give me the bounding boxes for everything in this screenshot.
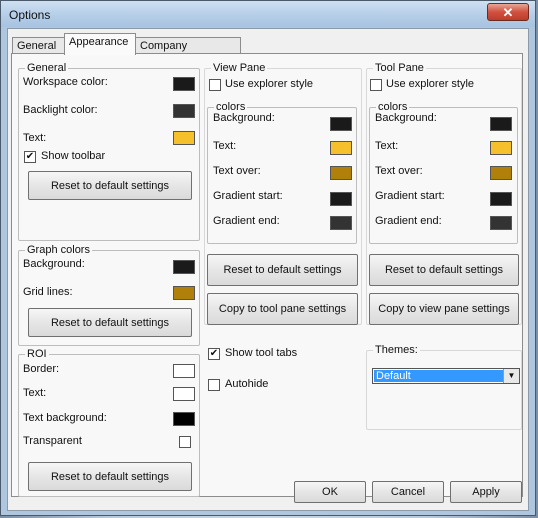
graph-reset-button[interactable]: Reset to default settings [28,308,192,337]
tab-general[interactable]: General [12,37,65,54]
themes-title: Themes: [373,343,420,357]
roi-border-swatch[interactable] [173,364,195,378]
tool-pane-group: Tool Pane Use explorer style colors Back… [366,61,522,325]
theme-select[interactable]: Default ▼ [372,368,520,384]
roi-title: ROI [25,347,49,361]
theme-select-value: Default [374,370,504,382]
dialog-footer: OK Cancel Apply [8,472,528,510]
backlight-color-swatch[interactable] [173,104,195,118]
options-window: Options ✕ General Appearance Company Inf… [0,0,536,516]
general-reset-button[interactable]: Reset to default settings [28,171,192,200]
themes-group: Themes: Default ▼ [366,343,522,430]
view-explorer-style-checkbox[interactable] [209,79,221,91]
tool-gradient-end-swatch[interactable] [490,216,512,230]
view-background-swatch[interactable] [330,117,352,131]
view-text-over-swatch[interactable] [330,166,352,180]
transparent-label: Transparent [23,435,82,447]
close-icon: ✕ [502,5,514,20]
window-title: Options [9,8,51,22]
tool-pane-title: Tool Pane [373,61,426,75]
text-color-swatch[interactable] [173,131,195,145]
workspace-color-swatch[interactable] [173,77,195,91]
grid-lines-label: Grid lines: [23,286,73,298]
tool-explorer-style-label: Use explorer style [386,78,475,90]
tool-background-swatch[interactable] [490,117,512,131]
roi-text-swatch[interactable] [173,387,195,401]
tool-text-swatch[interactable] [490,141,512,155]
show-toolbar-label: Show toolbar [41,150,106,162]
workspace-color-label: Workspace color: [23,76,108,88]
text-color-label: Text: [23,132,47,144]
tool-gradient-start-swatch[interactable] [490,192,512,206]
copy-to-tool-pane-button[interactable]: Copy to tool pane settings [207,293,358,325]
roi-text-background-label: Text background: [23,412,107,424]
view-text-swatch[interactable] [330,141,352,155]
close-button[interactable]: ✕ [487,3,529,21]
graph-background-swatch[interactable] [173,260,195,274]
view-gradient-start-swatch[interactable] [330,192,352,206]
cancel-button[interactable]: Cancel [372,481,444,503]
view-gradient-end-label: Gradient end: [213,215,280,227]
view-gradient-start-label: Gradient start: [213,190,283,202]
graph-colors-title: Graph colors [25,243,92,257]
tab-company-information[interactable]: Company Information [135,37,241,69]
tool-gradient-start-label: Gradient start: [375,190,445,202]
view-text-over-label: Text over: [213,165,261,177]
roi-text-background-swatch[interactable] [173,412,195,426]
tool-text-over-label: Text over: [375,165,423,177]
copy-to-view-pane-button[interactable]: Copy to view pane settings [369,293,519,325]
roi-text-label: Text: [23,387,47,399]
general-group-title: General [25,61,69,75]
tool-colors-group: colors Background: Text: Text over: Grad… [369,100,518,244]
apply-button[interactable]: Apply [450,481,522,503]
view-pane-group: View Pane Use explorer style colors Back… [204,61,362,325]
show-tool-tabs-label: Show tool tabs [225,347,298,359]
view-gradient-end-swatch[interactable] [330,216,352,230]
dialog-client: General Appearance Company Information G… [7,28,529,511]
roi-border-label: Border: [23,363,60,375]
backlight-color-label: Backlight color: [23,104,98,116]
view-explorer-style-label: Use explorer style [225,78,314,90]
appearance-panel: General Workspace color: Backlight color… [11,53,523,497]
grid-lines-swatch[interactable] [173,286,195,300]
view-pane-title: View Pane [211,61,268,75]
view-reset-button[interactable]: Reset to default settings [207,254,358,286]
graph-background-label: Background: [23,258,85,270]
tool-reset-button[interactable]: Reset to default settings [369,254,519,286]
graph-colors-group: Graph colors Background: Grid lines: Res… [18,243,200,346]
autohide-checkbox[interactable] [208,379,220,391]
tool-text-over-swatch[interactable] [490,166,512,180]
general-group: General Workspace color: Backlight color… [18,61,200,241]
show-tool-tabs-checkbox[interactable]: ✔ [208,348,220,360]
title-bar: Options ✕ [1,1,535,27]
autohide-label: Autohide [225,378,269,390]
view-text-label: Text: [213,140,237,152]
ok-button[interactable]: OK [294,481,366,503]
view-colors-group: colors Background: Text: Text over: Grad… [207,100,357,244]
tool-gradient-end-label: Gradient end: [375,215,442,227]
tool-explorer-style-checkbox[interactable] [370,79,382,91]
tab-appearance[interactable]: Appearance [64,33,136,55]
view-background-label: Background: [213,112,275,124]
show-toolbar-checkbox[interactable]: ✔ [24,151,36,163]
tool-background-label: Background: [375,112,437,124]
tool-text-label: Text: [375,140,399,152]
transparent-checkbox[interactable] [179,436,191,448]
chevron-down-icon[interactable]: ▼ [503,369,519,383]
